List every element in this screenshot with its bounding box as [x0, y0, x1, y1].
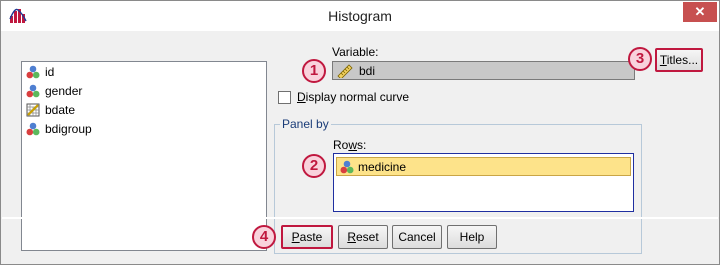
- variable-target-field[interactable]: bdi: [332, 61, 635, 80]
- rows-selected-item[interactable]: medicine: [336, 157, 631, 176]
- variable-name: gender: [45, 83, 83, 98]
- panel-by-title: Panel by: [280, 117, 331, 131]
- callout-badge-2: 2: [302, 154, 326, 178]
- titles-button[interactable]: Titles...: [655, 48, 703, 72]
- close-button[interactable]: ✕: [683, 2, 717, 22]
- list-item[interactable]: gender: [22, 81, 266, 100]
- reset-button[interactable]: Reset: [338, 225, 388, 249]
- list-item[interactable]: bdate: [22, 100, 266, 119]
- rows-target-list[interactable]: medicine: [333, 153, 634, 212]
- source-variable-list[interactable]: id gender bdate bdigroup: [21, 61, 267, 251]
- dialog-body: id gender bdate bdigroup Variable: bdi 1…: [2, 31, 718, 264]
- callout-badge-3: 3: [628, 47, 652, 71]
- nominal-icon: [340, 160, 354, 173]
- button-row-divider: [2, 217, 718, 219]
- list-item[interactable]: bdigroup: [22, 119, 266, 138]
- rows-label: Rows:: [333, 138, 367, 152]
- list-item[interactable]: id: [22, 62, 266, 81]
- cancel-button[interactable]: Cancel: [392, 225, 442, 249]
- histogram-dialog: Histogram ✕ id gender bdate bdigroup Var…: [0, 0, 720, 265]
- nominal-icon: [26, 122, 40, 135]
- variable-value: bdi: [359, 63, 376, 78]
- window-title: Histogram: [328, 8, 392, 24]
- variable-label: Variable:: [332, 45, 379, 59]
- callout-badge-1: 1: [302, 59, 326, 83]
- variable-name: bdigroup: [45, 121, 92, 136]
- normal-curve-checkbox[interactable]: [278, 91, 291, 104]
- scale-ruler-icon: [337, 63, 353, 78]
- date-scale-icon: [26, 103, 40, 116]
- title-bar: Histogram ✕: [1, 1, 719, 31]
- normal-curve-label: Display normal curve: [297, 90, 410, 104]
- rows-variable-name: medicine: [358, 159, 407, 174]
- variable-name: bdate: [45, 102, 76, 117]
- help-button[interactable]: Help: [447, 225, 497, 249]
- paste-button[interactable]: Paste: [281, 225, 333, 249]
- nominal-icon: [26, 65, 40, 78]
- variable-name: id: [45, 64, 55, 79]
- callout-badge-4: 4: [252, 225, 276, 249]
- nominal-icon: [26, 84, 40, 97]
